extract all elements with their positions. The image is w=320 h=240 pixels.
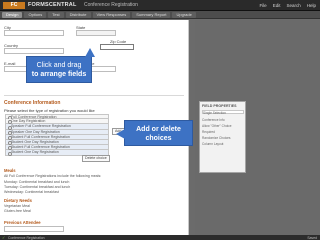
app-name: FORMSCENTRAL [28, 2, 77, 8]
tab-design[interactable]: Design [2, 12, 23, 18]
property-line[interactable]: Allow "Other" Choice [202, 124, 232, 128]
property-line[interactable]: Column Layout [202, 142, 223, 146]
callout-drag-line2: to arrange fields [31, 71, 87, 78]
tab-bar: Design Options Test Distribute View Resp… [0, 11, 320, 19]
tab-distribute[interactable]: Distribute [65, 12, 91, 18]
properties-title: FIELD PROPERTIES [202, 104, 237, 108]
meals-line: Monday: Continental breakfast and lunch [4, 180, 70, 184]
property-line: Conference Info [202, 118, 225, 122]
menu-edit[interactable]: Edit [273, 2, 281, 9]
previous-title: Previous Attendee [4, 220, 41, 225]
app-logo: FC [3, 2, 25, 9]
dietary-title: Dietary Needs [4, 198, 32, 203]
choice-list: Full Conference Registration One Day Reg… [5, 114, 109, 156]
zip-field[interactable] [100, 44, 134, 50]
add-delete-choices-callout: Add or delete choices [116, 120, 193, 146]
menu-help[interactable]: Help [307, 2, 316, 9]
dietary-option[interactable]: Gluten-free Meal [4, 209, 31, 213]
tab-upgrade[interactable]: Upgrade [172, 12, 196, 18]
section-title: Conference Information [4, 100, 61, 106]
section-divider [4, 95, 184, 96]
field-properties-panel: FIELD PROPERTIES Single Selection Confer… [199, 101, 246, 173]
meals-line: Tuesday: Continental breakfast and lunch [4, 185, 71, 189]
status-bar: ✓ Conference Registration Saved [0, 235, 320, 240]
property-line[interactable]: Required [202, 130, 215, 134]
app-window: FC FORMSCENTRAL Conference Registration … [0, 0, 320, 240]
callout-drag-line1: Click and drag [36, 62, 82, 69]
delete-choice-button[interactable]: Delete choice [82, 155, 110, 162]
dietary-option[interactable]: Vegetarian Meal [4, 204, 30, 208]
property-line: Single Selection [203, 111, 226, 115]
form-title: Conference Registration [84, 2, 138, 8]
tab-view-responses[interactable]: View Responses [92, 12, 131, 18]
top-actions: File Edit Search Help [259, 2, 316, 9]
menu-file[interactable]: File [259, 2, 266, 9]
country-field[interactable] [4, 48, 64, 54]
save-status: Saved [307, 235, 317, 240]
city-field[interactable] [4, 30, 64, 36]
callout-choices-line2: choices [145, 135, 172, 142]
right-panel: FIELD PROPERTIES Single Selection Confer… [195, 20, 320, 235]
property-line[interactable]: Randomize Choices [202, 136, 231, 140]
question-text: Please select the type of registration y… [4, 108, 95, 113]
tab-test[interactable]: Test [48, 12, 64, 18]
drag-arrange-callout: Click and drag to arrange fields [26, 48, 95, 83]
meals-note: All Full Conference Registrations includ… [4, 174, 102, 178]
meals-line: Wednesday: Continental breakfast [4, 190, 59, 194]
status-text: Conference Registration [8, 235, 45, 240]
meals-title: Meals [4, 168, 16, 173]
previous-attendee-field[interactable] [4, 226, 64, 232]
state-select[interactable] [76, 30, 116, 36]
tab-options[interactable]: Options [24, 12, 47, 18]
callout-choices-line1: Add or delete [136, 126, 181, 133]
tab-summary-report[interactable]: Summary Report [132, 12, 171, 18]
top-bar: FC FORMSCENTRAL Conference Registration … [0, 0, 320, 11]
menu-search[interactable]: Search [286, 2, 300, 9]
check-icon: ✓ [2, 234, 6, 240]
